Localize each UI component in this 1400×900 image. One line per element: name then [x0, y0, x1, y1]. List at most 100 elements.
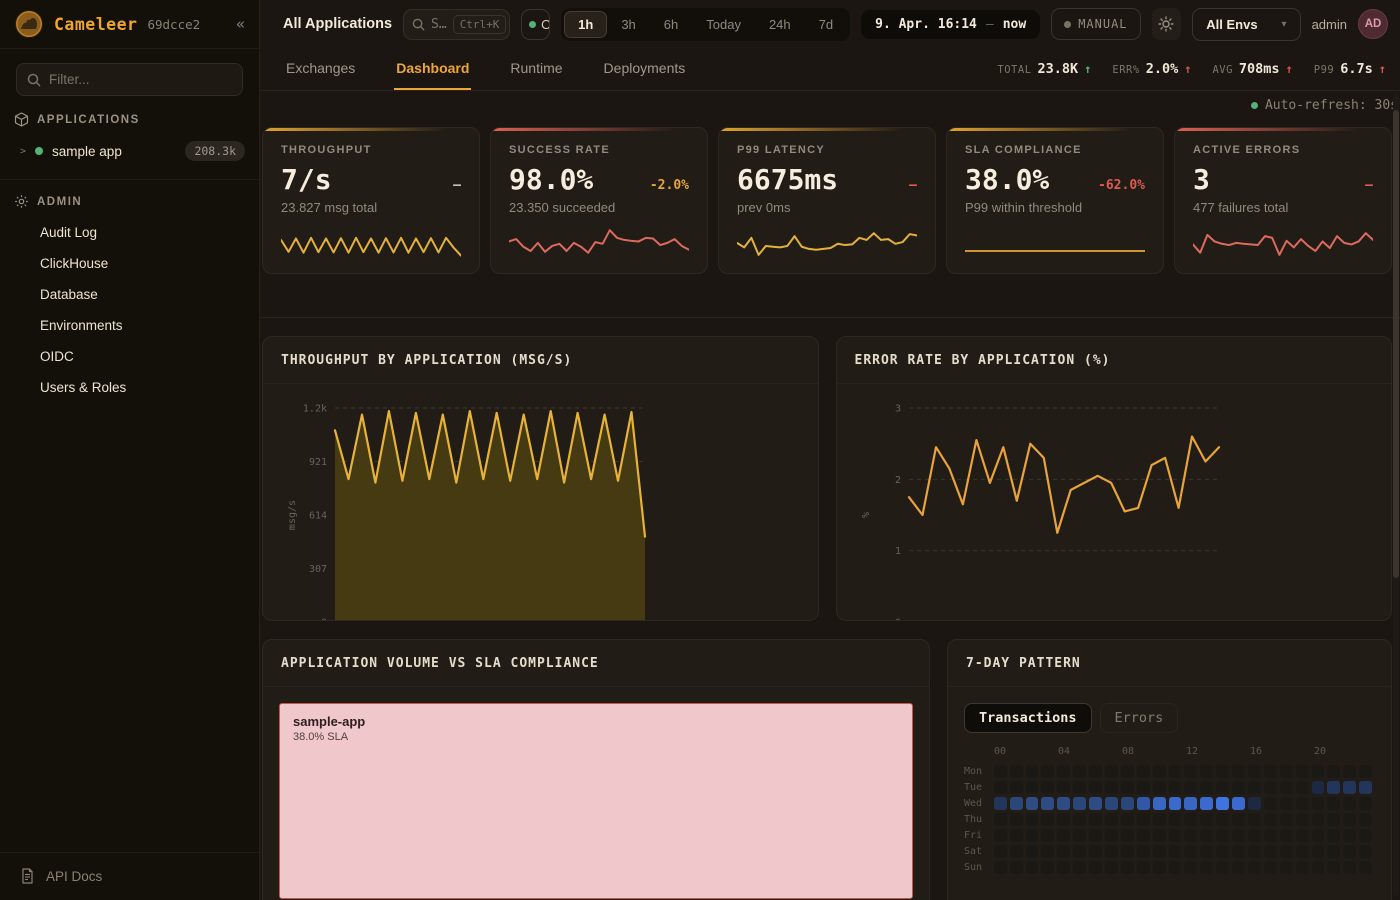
svg-text:307: 307: [309, 564, 327, 575]
avatar[interactable]: AD: [1358, 9, 1388, 39]
heatmap-cell: [1248, 845, 1261, 858]
heatmap-row-wed: Wed: [964, 797, 1375, 810]
day-label: Mon: [964, 766, 994, 777]
svg-text:%: %: [861, 512, 872, 518]
heatmap-cell: [1105, 797, 1118, 810]
heatmap-cell: [1312, 781, 1325, 794]
app-version: 69dcce2: [147, 17, 200, 32]
trend-arrow-icon: ↑: [1286, 62, 1293, 76]
heatmap-cell: [1200, 797, 1213, 810]
tab-runtime[interactable]: Runtime: [508, 48, 564, 90]
heatmap-cell: [1232, 797, 1245, 810]
manual-mode-button[interactable]: MANUAL: [1051, 8, 1140, 40]
throughput-chart-card: THROUGHPUT BY APPLICATION (MSG/S) 030761…: [262, 336, 819, 621]
heatmap-cell: [1089, 845, 1102, 858]
kpi-subtitle: P99 within threshold: [965, 200, 1145, 215]
heatmap-cell: [1280, 765, 1293, 778]
heatmap-body: TransactionsErrors 000408121620 MonTueWe…: [948, 687, 1391, 893]
sidebar-item-audit-log[interactable]: Audit Log: [0, 217, 259, 248]
heatmap-cell: [1216, 829, 1229, 842]
heatmap-cell: [1280, 797, 1293, 810]
heatmap-cell: [1041, 861, 1054, 874]
document-icon: [20, 868, 35, 884]
svg-text:3: 3: [894, 404, 900, 415]
tab-dashboard[interactable]: Dashboard: [394, 48, 471, 90]
sidebar-item-environments[interactable]: Environments: [0, 310, 259, 341]
heatmap-cell: [1010, 797, 1023, 810]
tab-exchanges[interactable]: Exchanges: [284, 48, 357, 90]
sidebar-filter-input[interactable]: Filter...: [16, 63, 243, 96]
heatmap-cell: [994, 797, 1007, 810]
datetime-end: now: [1003, 17, 1026, 32]
scrollbar-thumb[interactable]: [1393, 110, 1399, 578]
time-range-today[interactable]: Today: [692, 11, 755, 38]
card-header: 7-DAY PATTERN: [948, 640, 1391, 687]
online-status-chip[interactable]: O: [521, 9, 550, 40]
heatmap-cell: [1343, 797, 1356, 810]
sidebar-item-database[interactable]: Database: [0, 279, 259, 310]
kpi-sparkline: [281, 223, 461, 259]
heatmap-cell: [1137, 797, 1150, 810]
svg-text:614: 614: [309, 511, 327, 522]
sidebar-item-sample-app[interactable]: > sample app 208.3k: [0, 135, 259, 167]
datetime-range[interactable]: 9. Apr. 16:14 – now: [861, 10, 1040, 39]
time-range-group: 1h3h6hToday24h7d: [561, 8, 850, 41]
kpi-accent-bar: [491, 128, 707, 131]
chevron-right-icon[interactable]: >: [20, 146, 26, 157]
heatmap-cell: [1121, 765, 1134, 778]
chart-title: APPLICATION VOLUME VS SLA COMPLIANCE: [281, 656, 599, 671]
kpi-subtitle: prev 0ms: [737, 200, 917, 215]
heatmap-cell: [1232, 829, 1245, 842]
sidebar-collapse-button[interactable]: «: [236, 15, 245, 33]
heatmap-cell: [1359, 845, 1372, 858]
heatmap-cell: [1026, 765, 1039, 778]
heatmap-tab-errors[interactable]: Errors: [1100, 703, 1179, 733]
tabs: Exchanges Dashboard Runtime Deployments: [284, 48, 724, 90]
datetime-separator: –: [986, 17, 994, 32]
heatmap-cell: [1153, 829, 1166, 842]
heatmap-cell: [1073, 829, 1086, 842]
heatmap-row-sat: Sat: [964, 845, 1375, 858]
heatmap-tab-transactions[interactable]: Transactions: [964, 703, 1092, 733]
treemap-cell-sample-app[interactable]: sample-app 38.0% SLA: [279, 703, 913, 899]
stat-p99: P996.7s↑: [1314, 61, 1386, 77]
online-status-dot: [529, 21, 536, 28]
environments-dropdown[interactable]: All Envs ▾: [1192, 8, 1300, 41]
trend-arrow-icon: ↑: [1184, 62, 1191, 76]
time-range-6h[interactable]: 6h: [650, 11, 692, 38]
tab-deployments[interactable]: Deployments: [602, 48, 688, 90]
sidebar-item-api-docs[interactable]: API Docs: [0, 852, 259, 900]
heatmap-cell: [994, 765, 1007, 778]
day-label: Thu: [964, 814, 994, 825]
heatmap-cell: [1327, 861, 1340, 874]
svg-text:2: 2: [894, 475, 900, 486]
time-range-24h[interactable]: 24h: [755, 11, 805, 38]
theme-toggle-button[interactable]: [1152, 8, 1182, 40]
heatmap-cell: [1026, 845, 1039, 858]
heatmap-cell: [1089, 813, 1102, 826]
time-range-1h[interactable]: 1h: [564, 11, 607, 38]
sidebar-item-users-roles[interactable]: Users & Roles: [0, 372, 259, 403]
kpi-title: SUCCESS RATE: [509, 144, 689, 156]
kpi-row: THROUGHPUT7/s–23.827 msg totalSUCCESS RA…: [262, 127, 1392, 274]
kpi-subtitle: 477 failures total: [1193, 200, 1373, 215]
kpi-title: ACTIVE ERRORS: [1193, 144, 1373, 156]
heatmap-cell: [1343, 829, 1356, 842]
chart-canvas: 0123%1223: [845, 390, 1390, 621]
heatmap-cell: [1359, 813, 1372, 826]
hour-label-16: 16: [1250, 746, 1262, 757]
time-range-3h[interactable]: 3h: [607, 11, 649, 38]
heatmap-cell: [1105, 845, 1118, 858]
sun-icon: [1158, 16, 1174, 32]
search-icon: [27, 73, 41, 87]
search-input[interactable]: S… Ctrl+K: [403, 9, 510, 40]
treemap-sla-value: 38.0% SLA: [293, 731, 899, 743]
svg-text:1.2k: 1.2k: [303, 404, 327, 415]
sidebar-item-oidc[interactable]: OIDC: [0, 341, 259, 372]
day-label: Sun: [964, 862, 994, 873]
trend-arrow-icon: ↑: [1084, 62, 1091, 76]
sidebar-item-clickhouse[interactable]: ClickHouse: [0, 248, 259, 279]
day-label: Fri: [964, 830, 994, 841]
time-range-7d[interactable]: 7d: [805, 11, 847, 38]
heatmap-cell: [1216, 765, 1229, 778]
